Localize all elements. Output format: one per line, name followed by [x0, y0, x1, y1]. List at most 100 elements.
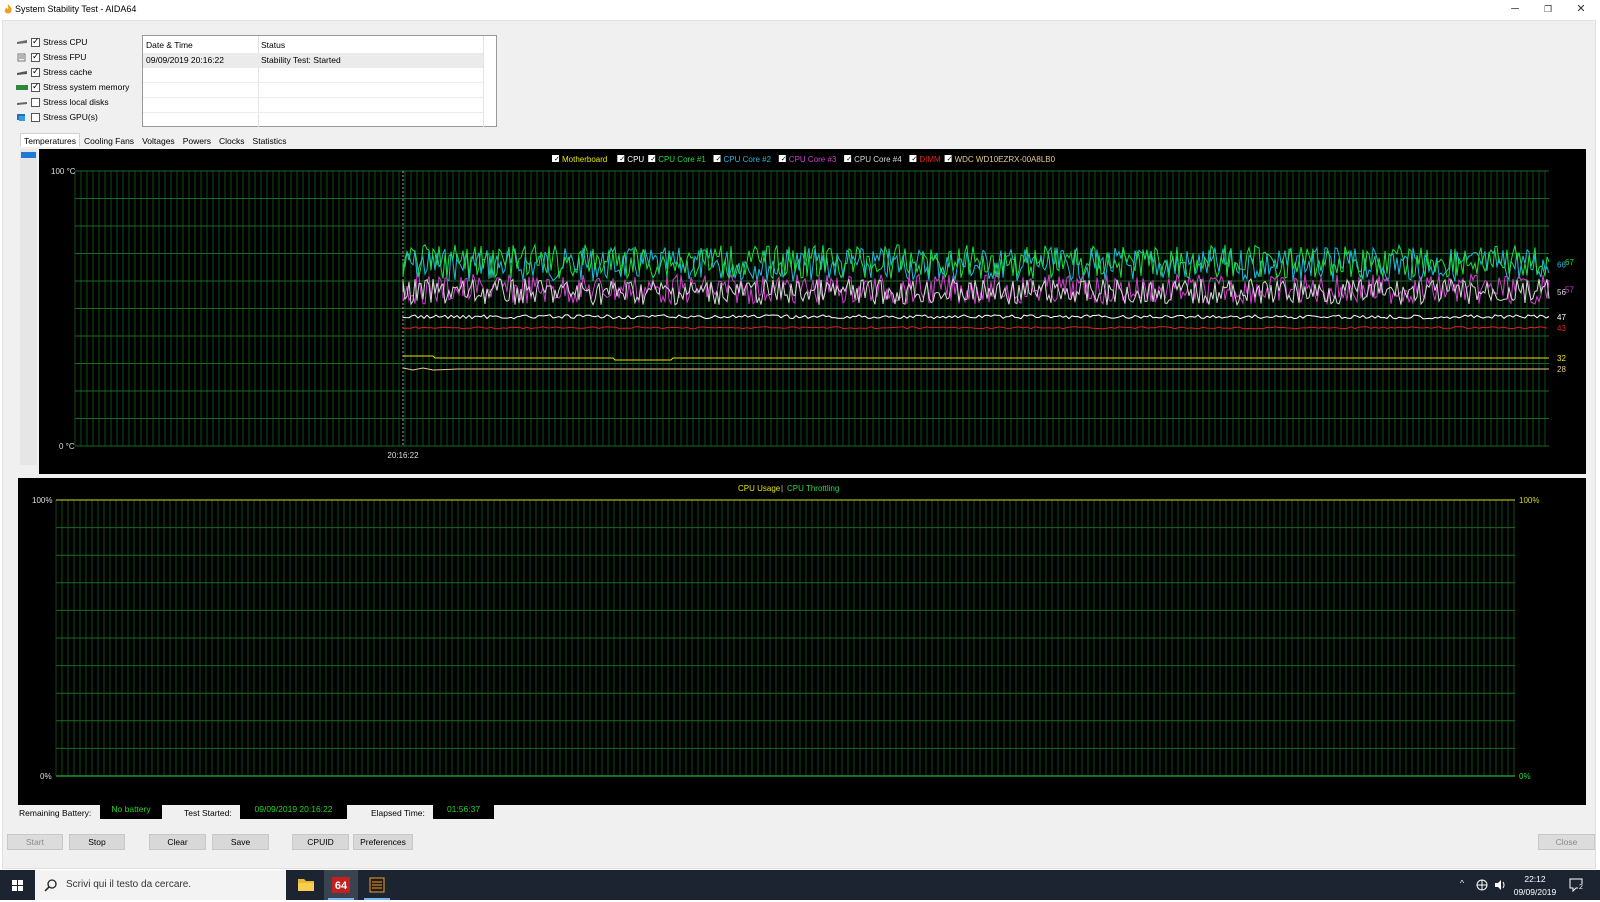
legend-check-icon: ✓ — [947, 156, 953, 163]
stress-cpu-option[interactable]: Stress CPU — [16, 35, 87, 49]
stress-fpu-checkbox[interactable] — [31, 51, 40, 62]
battery-label: Remaining Battery: — [19, 808, 92, 818]
close-window-button[interactable]: ✕ — [1565, 0, 1597, 18]
legend-item-2: CPU Core #1 — [658, 155, 706, 164]
temperature-chart-svg: ✓ Motherboard ✓ CPU ✓ CPU Core #1 ✓ CPU Core #2… — [51, 155, 1574, 460]
network-globe-icon[interactable] — [1476, 879, 1488, 891]
x-axis-marker-label: 20:16:22 — [387, 451, 419, 460]
tab-clocks[interactable]: Clocks — [215, 133, 249, 147]
status-log-table: Date & Time Status 09/09/2019 20:16:22 S… — [142, 35, 497, 128]
stress-cache-checkbox[interactable] — [31, 66, 40, 77]
legend-item-3: CPU Core #2 — [724, 155, 772, 164]
end-value-label: 28 — [1557, 365, 1566, 374]
volume-icon[interactable] — [1494, 879, 1506, 891]
tab-temperatures[interactable]: Temperatures — [20, 133, 80, 147]
cpu-chip-icon — [17, 39, 27, 44]
stress-fpu-option[interactable]: Stress FPU — [16, 50, 86, 64]
stress-gpu-option[interactable]: Stress GPU(s) — [16, 110, 98, 124]
temperature-chart: ✓ Motherboard ✓ CPU ✓ CPU Core #1 ✓ CPU Core #2… — [39, 149, 1586, 474]
clock-date[interactable]: 09/09/2019 — [1508, 887, 1562, 897]
taskbar-file-explorer[interactable] — [288, 870, 322, 900]
y-axis-top-label: 100 °C — [51, 167, 76, 176]
legend-separator: | — [781, 484, 783, 493]
svg-text:64: 64 — [335, 880, 348, 892]
legend-cpu-throttling: CPU Throttling — [787, 484, 839, 493]
y-axis-left-top: 100% — [32, 496, 52, 505]
cpu-usage-chart-svg: CPU Usage | CPU Throttling 100% 0% 100% 0% — [32, 484, 1539, 781]
notification-center-button[interactable]: 2 — [1568, 876, 1586, 894]
legend-item-7: WDC WD10EZRX-00A8LB0 — [955, 155, 1056, 164]
stress-gpu-checkbox[interactable] — [31, 112, 40, 122]
stress-disks-option[interactable]: Stress local disks — [16, 95, 109, 109]
end-value-label: 32 — [1557, 354, 1566, 363]
legend-item-0: Motherboard — [562, 155, 607, 164]
restore-button[interactable]: ❐ — [1532, 0, 1564, 18]
aida64-app-icon: 64 — [332, 877, 350, 893]
stress-cache-label: Stress cache — [43, 67, 93, 77]
legend-check-icon: ✓ — [650, 156, 656, 163]
stress-cache-option[interactable]: Stress cache — [16, 65, 92, 79]
start-menu-button[interactable] — [0, 870, 34, 900]
clock-time[interactable]: 22:12 — [1511, 874, 1559, 884]
save-button[interactable]: Save — [212, 834, 269, 850]
notification-count: 2 — [1578, 884, 1584, 891]
end-value-label: 43 — [1557, 324, 1566, 333]
search-icon — [44, 879, 57, 892]
elapsed-time-value: 01:56:37 — [433, 800, 494, 819]
tab-voltages[interactable]: Voltages — [138, 133, 179, 147]
legend-item-6: DIMM — [919, 155, 941, 164]
table-cell-status: Stability Test: Started — [261, 55, 341, 65]
stress-memory-checkbox[interactable] — [31, 81, 40, 92]
stress-memory-option[interactable]: Stress system memory — [16, 80, 129, 94]
chip-app-icon — [369, 877, 385, 893]
windows-logo-icon — [12, 880, 23, 891]
stress-fpu-label: Stress FPU — [43, 52, 87, 62]
battery-value: No battery — [100, 800, 162, 819]
stress-memory-label: Stress system memory — [43, 82, 130, 92]
taskbar-search-box[interactable]: Scrivi qui il testo da cercare. — [35, 870, 286, 900]
legend-check-icon: ✓ — [846, 156, 852, 163]
table-row[interactable]: 09/09/2019 20:16:22 Stability Test: Star… — [143, 53, 483, 68]
legend-cpu-usage: CPU Usage — [738, 484, 781, 493]
stress-disks-checkbox[interactable] — [31, 97, 40, 107]
disk-drive-icon — [17, 101, 27, 105]
end-value-label: 56 — [1557, 288, 1566, 297]
elapsed-time-label: Elapsed Time: — [371, 808, 425, 818]
tab-cooling-fans[interactable]: Cooling Fans — [80, 133, 138, 147]
minimize-button[interactable]: ─ — [1499, 0, 1531, 18]
stress-disks-label: Stress local disks — [43, 97, 109, 107]
tab-powers[interactable]: Powers — [179, 133, 215, 147]
taskbar-aida64[interactable]: 64 — [324, 870, 358, 900]
legend-check-icon: ✓ — [781, 156, 787, 163]
y-axis-right-bottom: 0% — [1519, 772, 1531, 781]
legend-item-5: CPU Core #4 — [854, 155, 902, 164]
windows-taskbar: Scrivi qui il testo da cercare. 64 ^ 22:… — [0, 870, 1600, 900]
table-header-datetime: Date & Time — [146, 40, 193, 50]
legend-check-icon: ✓ — [716, 156, 722, 163]
taskbar-cpu-app[interactable] — [360, 870, 394, 900]
clear-button[interactable]: Clear — [149, 834, 206, 850]
window-title: System Stability Test - AIDA64 — [15, 4, 137, 14]
cpuid-button[interactable]: CPUID — [292, 834, 349, 850]
start-button[interactable]: Start — [7, 834, 63, 850]
end-value-label: 47 — [1557, 313, 1566, 322]
end-value-label: 57 — [1565, 285, 1574, 294]
stress-cpu-label: Stress CPU — [43, 37, 88, 47]
close-button[interactable]: Close — [1538, 834, 1595, 850]
table-cell-datetime: 09/09/2019 20:16:22 — [146, 55, 224, 65]
cpu-usage-chart: CPU Usage | CPU Throttling 100% 0% 100% 0% — [18, 478, 1586, 805]
sensor-scrollbar[interactable] — [20, 149, 37, 465]
preferences-button[interactable]: Preferences — [353, 834, 413, 850]
legend-check-icon: ✓ — [554, 156, 560, 163]
search-placeholder: Scrivi qui il testo da cercare. — [66, 879, 192, 890]
memory-module-icon — [16, 84, 28, 90]
fpu-icon — [17, 53, 26, 61]
stability-test-window: Stress CPU Stress FPU Stress cache Stres… — [2, 20, 1596, 869]
title-bar: System Stability Test - AIDA64 ─ ❐ ✕ — [0, 0, 1600, 18]
stress-cpu-checkbox[interactable] — [31, 36, 40, 47]
tray-chevron-icon[interactable]: ^ — [1460, 878, 1464, 888]
stop-button[interactable]: Stop — [69, 834, 125, 850]
tab-statistics[interactable]: Statistics — [249, 133, 291, 147]
test-started-label: Test Started: — [184, 808, 232, 818]
scrollbar-thumb[interactable] — [21, 152, 36, 158]
